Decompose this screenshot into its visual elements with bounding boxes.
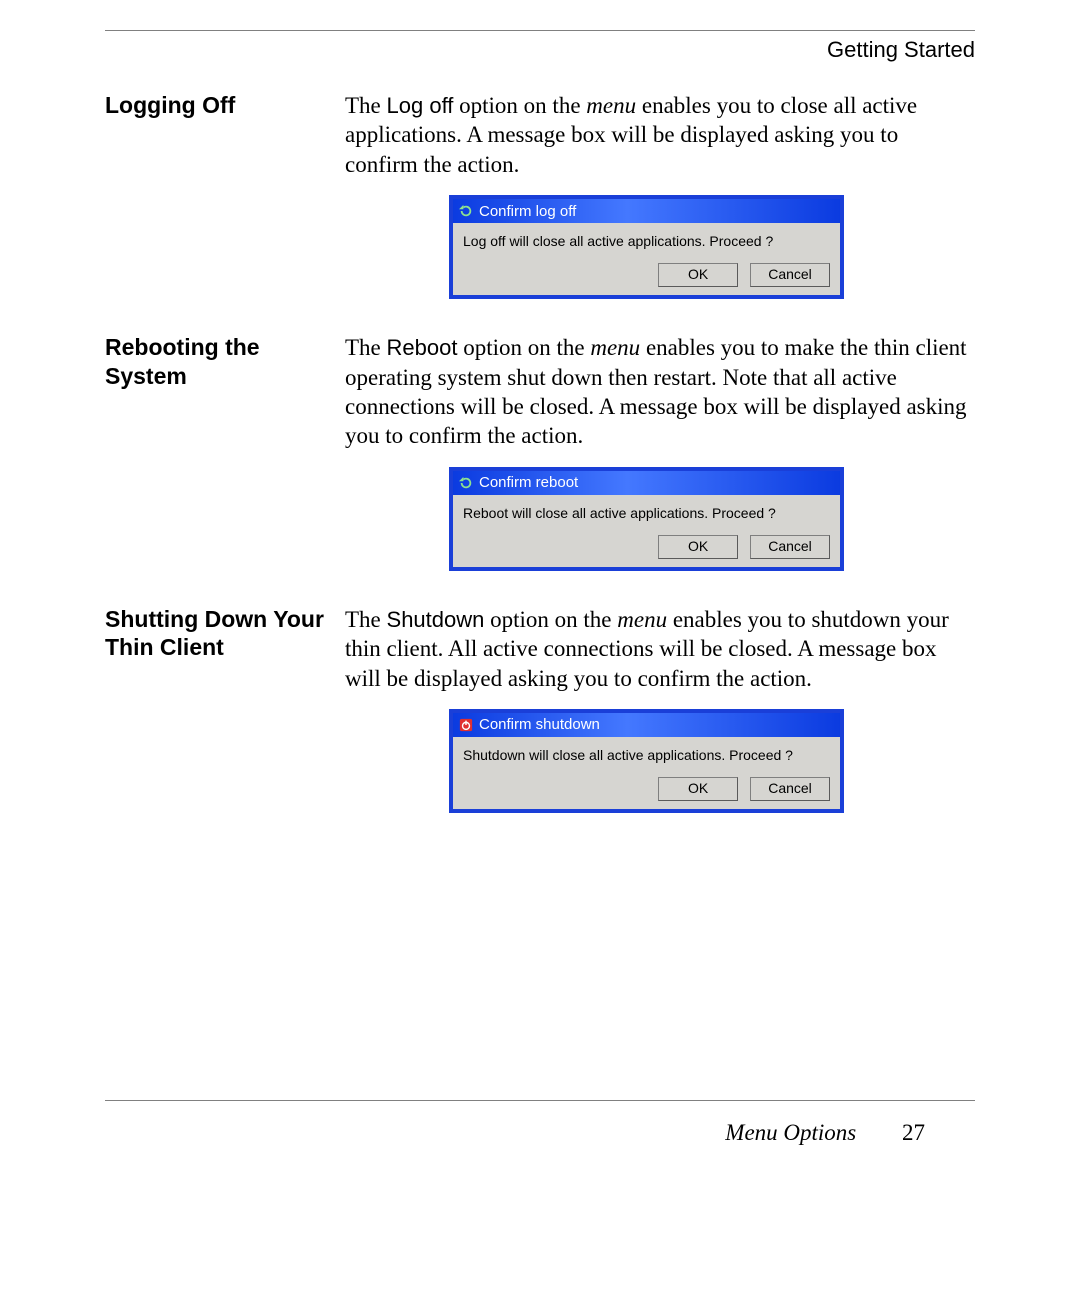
side-heading-shutdown: Shutting Down Your Thin Client [105,605,345,663]
dialog-body: Reboot will close all active application… [453,495,840,567]
dialog-reboot-wrap: Confirm reboot Reboot will close all act… [449,467,975,571]
footer-page-number: 27 [902,1120,925,1145]
option-name: Reboot [387,335,458,360]
dialog-logoff-wrap: Confirm log off Log off will close all a… [449,195,975,299]
confirm-shutdown-dialog: Confirm shutdown Shutdown will close all… [449,709,844,813]
confirm-reboot-dialog: Confirm reboot Reboot will close all act… [449,467,844,571]
cancel-button[interactable]: Cancel [750,777,830,801]
confirm-logoff-dialog: Confirm log off Log off will close all a… [449,195,844,299]
para-shutdown: The Shutdown option on the menu enables … [345,605,975,693]
dialog-message: Shutdown will close all active applicati… [463,747,830,765]
para-logging-off: The Log off option on the menu enables y… [345,91,975,179]
dialog-message: Log off will close all active applicatio… [463,233,830,251]
option-name: Shutdown [387,607,485,632]
dialog-title: Confirm log off [479,202,576,221]
side-heading-logging-off: Logging Off [105,91,345,120]
cancel-button[interactable]: Cancel [750,263,830,287]
ok-button[interactable]: OK [658,263,738,287]
text: The [345,93,387,118]
ok-button[interactable]: OK [658,777,738,801]
footer: Menu Options 27 [725,1120,925,1146]
ok-button[interactable]: OK [658,535,738,559]
cancel-button[interactable]: Cancel [750,535,830,559]
body-shutdown: The Shutdown option on the menu enables … [345,605,975,813]
dialog-message: Reboot will close all active application… [463,505,830,523]
text: option on the [453,93,586,118]
power-icon [459,718,473,732]
section-logging-off: Logging Off The Log off option on the me… [105,91,975,299]
footer-section-title: Menu Options [725,1120,856,1145]
dialog-titlebar: Confirm shutdown [453,713,840,737]
text: option on the [484,607,617,632]
section-rebooting: Rebooting the System The Reboot option o… [105,333,975,571]
para-rebooting: The Reboot option on the menu enables yo… [345,333,975,451]
text: The [345,607,387,632]
dialog-titlebar: Confirm log off [453,199,840,223]
running-head: Getting Started [105,37,975,63]
refresh-icon [459,476,473,490]
page: Getting Started Logging Off The Log off … [0,0,1080,1311]
dialog-title: Confirm reboot [479,473,578,492]
option-name: Log off [387,93,454,118]
side-heading-rebooting: Rebooting the System [105,333,345,391]
body-logging-off: The Log off option on the menu enables y… [345,91,975,299]
section-shutdown: Shutting Down Your Thin Client The Shutd… [105,605,975,813]
dialog-shutdown-wrap: Confirm shutdown Shutdown will close all… [449,709,975,813]
menu-word: menu [617,607,667,632]
dialog-button-row: OK Cancel [463,777,830,801]
menu-word: menu [590,335,640,360]
dialog-body: Log off will close all active applicatio… [453,223,840,295]
dialog-body: Shutdown will close all active applicati… [453,737,840,809]
dialog-title: Confirm shutdown [479,715,600,734]
top-rule [105,30,975,37]
body-rebooting: The Reboot option on the menu enables yo… [345,333,975,571]
text: The [345,335,387,360]
dialog-button-row: OK Cancel [463,535,830,559]
text: option on the [457,335,590,360]
dialog-titlebar: Confirm reboot [453,471,840,495]
dialog-button-row: OK Cancel [463,263,830,287]
refresh-icon [459,204,473,218]
menu-word: menu [586,93,636,118]
footer-rule [105,1100,975,1101]
